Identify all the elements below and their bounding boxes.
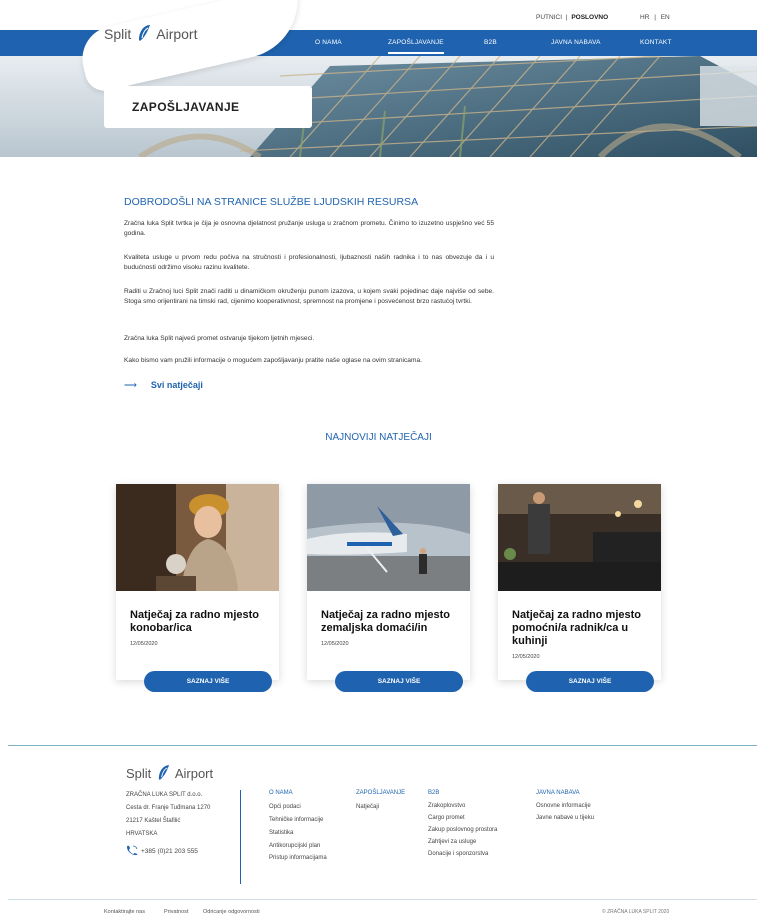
privacy-link[interactable]: Privatnost	[164, 909, 188, 915]
footer-link[interactable]: Natječaji	[356, 804, 379, 810]
job-card[interactable]: Natječaj za radno mjesto konobar/ica 12/…	[116, 484, 279, 692]
job-card-image	[498, 484, 661, 591]
passengers-link[interactable]: PUTNICI	[536, 14, 562, 21]
job-card[interactable]: Natječaj za radno mjesto zemaljska domać…	[307, 484, 470, 692]
address-country: HRVATSKA	[126, 831, 158, 837]
job-card-title: Natječaj za radno mjesto pomoćni/a radni…	[512, 609, 641, 647]
footer-link[interactable]: Zakup poslovnog prostora	[428, 827, 497, 833]
site-logo[interactable]: Split Airport	[104, 24, 197, 42]
intro-paragraph: Zračna luka Split najveći promet ostvaru…	[124, 335, 315, 342]
phone-number: +385 (0)21 203 555	[141, 848, 198, 855]
footer-col-head-javna-nabava[interactable]: JAVNA NABAVA	[536, 790, 580, 796]
footer-link[interactable]: Pristup informacijama	[269, 855, 327, 861]
nav-o-nama[interactable]: O NAMA	[315, 39, 342, 46]
language-switch: HR | EN	[640, 14, 670, 21]
nav-b2b[interactable]: B2B	[484, 39, 497, 46]
footer-link[interactable]: Opći podaci	[269, 804, 301, 810]
job-card-date: 12/05/2020	[512, 654, 540, 660]
footer-link[interactable]: Tehničke informacije	[269, 817, 323, 823]
latest-vacancies-heading: NAJNOVIJI NATJEČAJI	[325, 432, 432, 443]
airport-logo-icon	[158, 765, 169, 780]
footer-col-head-b2b[interactable]: B2B	[428, 790, 439, 796]
footer-link[interactable]: Statistika	[269, 830, 293, 836]
disclaimer-link[interactable]: Odricanje odgovornosti	[203, 909, 260, 915]
contact-link[interactable]: Kontaktirajte nas	[104, 909, 145, 915]
read-more-button[interactable]: SAZNAJ VIŠE	[526, 671, 654, 692]
read-more-button[interactable]: SAZNAJ VIŠE	[335, 671, 463, 692]
footer-link[interactable]: Zahtjevi za usluge	[428, 839, 476, 845]
copyright-text: © ZRAČNA LUKA SPLIT 2020	[602, 909, 670, 915]
footer-column-divider	[240, 790, 241, 884]
read-more-button[interactable]: SAZNAJ VIŠE	[144, 671, 272, 692]
footer-link[interactable]: Donacije i sponzorstva	[428, 851, 488, 857]
footer-col-head-zaposljavanje[interactable]: ZAPOŠLJAVANJE	[356, 790, 405, 796]
intro-heading: DOBRODOŠLI NA STRANICE SLUŽBE LJUDSKIH R…	[124, 196, 419, 208]
footer-logo-text-airport: Airport	[174, 766, 214, 781]
intro-paragraph: Zračna luka Split tvrtka je čija je osno…	[124, 220, 494, 237]
intro-paragraph: Raditi u Zračnoj luci Split znači raditi…	[124, 288, 494, 305]
arrow-right-icon: ⟶	[124, 380, 137, 390]
audience-separator: |	[565, 14, 568, 21]
page-title: ZAPOŠLJAVANJE	[132, 100, 240, 114]
footer-logo[interactable]: Split Airport	[126, 764, 213, 781]
nav-javna-nabava[interactable]: JAVNA NABAVA	[551, 39, 601, 46]
footer-link[interactable]: Zrakoplovstvo	[428, 803, 465, 809]
job-card[interactable]: Natječaj za radno mjesto pomoćni/a radni…	[498, 484, 661, 692]
nav-zaposljavanje[interactable]: ZAPOŠLJAVANJE	[388, 39, 444, 54]
footer-link[interactable]: Antikorupcijski plan	[269, 843, 320, 849]
job-card-title: Natječaj za radno mjesto konobar/ica	[130, 609, 259, 634]
footer-link[interactable]: Osnovne informacije	[536, 803, 591, 809]
intro-paragraph: Kvaliteta usluge u prvom redu počiva na …	[124, 254, 494, 271]
all-vacancies-link[interactable]: ⟶ Svi natječaji	[124, 380, 203, 391]
address-city: 21217 Kaštel Štafilić	[126, 818, 181, 824]
job-card-date: 12/05/2020	[130, 641, 158, 647]
hero-title-box: ZAPOŠLJAVANJE	[104, 86, 312, 128]
bottom-divider	[8, 899, 757, 900]
footer-phone[interactable]: +385 (0)21 203 555	[126, 845, 198, 855]
lang-separator: |	[654, 14, 656, 21]
business-link[interactable]: POSLOVNO	[571, 14, 608, 21]
lang-hr-link[interactable]: HR	[640, 14, 649, 21]
job-card-title: Natječaj za radno mjesto zemaljska domać…	[321, 609, 450, 634]
intro-paragraph: Kako bismo vam pružili informacije o mog…	[124, 357, 422, 364]
address-street: Cesta dr. Franje Tuđmana 1270	[126, 805, 211, 811]
footer-link[interactable]: Javne nabave u tijeku	[536, 815, 594, 821]
footer-link[interactable]: Cargo promet	[428, 815, 465, 821]
footer-col-head-o-nama[interactable]: O NAMA	[269, 790, 293, 796]
all-vacancies-label: Svi natječaji	[150, 380, 203, 390]
audience-switch: PUTNICI | POSLOVNO	[536, 14, 608, 21]
logo-text-airport: Airport	[156, 26, 198, 42]
footer-divider	[8, 745, 757, 746]
logo-text-split: Split	[104, 26, 132, 42]
airport-logo-icon	[139, 25, 151, 41]
phone-icon	[127, 845, 138, 855]
nav-kontakt[interactable]: KONTAKT	[640, 39, 672, 46]
footer-logo-text-split: Split	[126, 766, 152, 781]
company-name: ZRAČNA LUKA SPLIT d.o.o.	[126, 792, 203, 798]
job-card-image	[116, 484, 279, 591]
job-card-image	[307, 484, 470, 591]
job-card-date: 12/05/2020	[321, 641, 349, 647]
lang-en-link[interactable]: EN	[661, 14, 670, 21]
